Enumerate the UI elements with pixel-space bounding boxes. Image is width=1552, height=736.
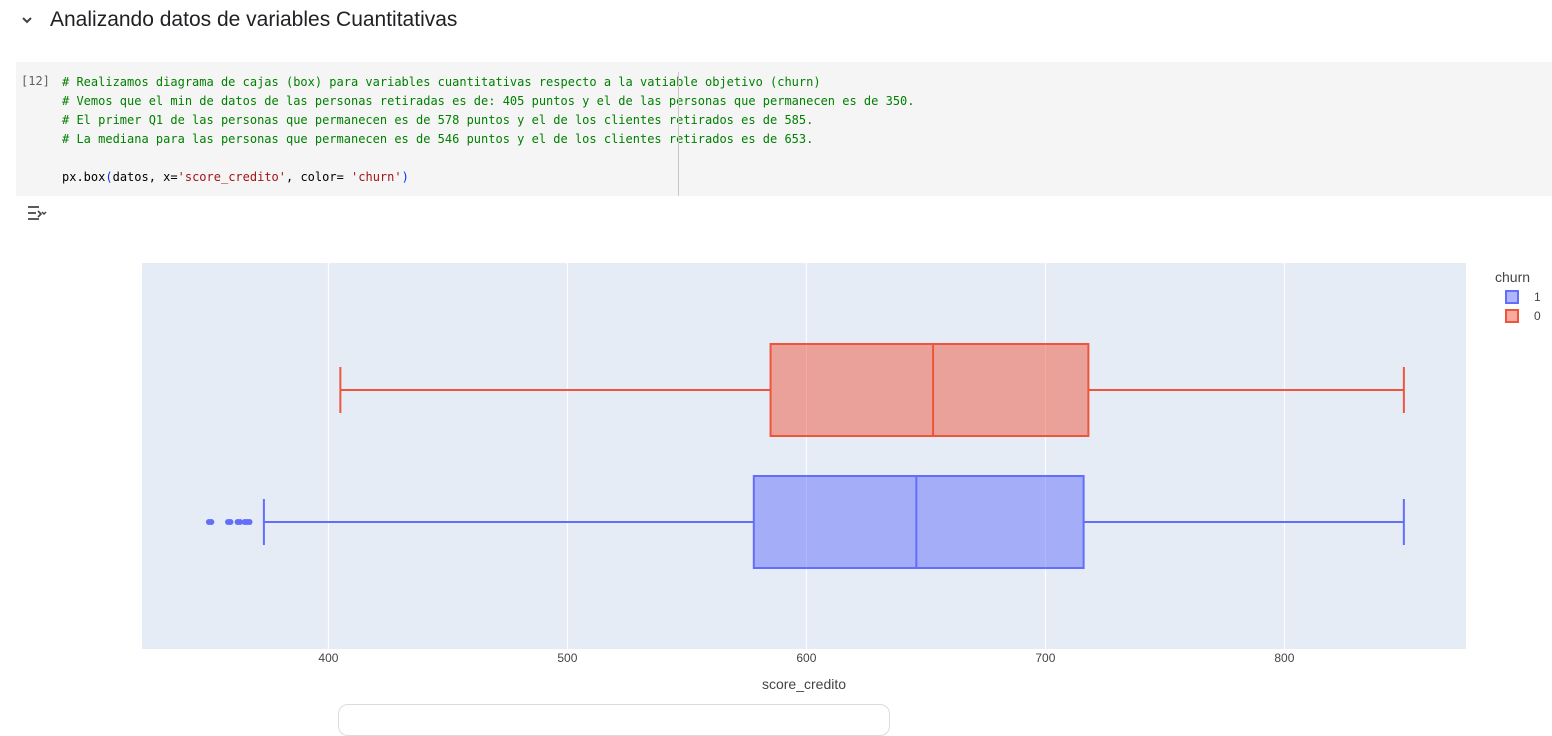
legend-label: 1 [1534, 290, 1541, 304]
execution-count: [12] [21, 74, 50, 88]
x-tick-label: 500 [557, 651, 577, 665]
code-token: ) [401, 170, 409, 184]
section-title: Analizando datos de variables Cuantitati… [50, 8, 458, 31]
legend-title: churn [1495, 269, 1530, 285]
code-comment: # El primer Q1 de las personas que perma… [62, 113, 814, 127]
code-comment: # Vemos que el min de datos de las perso… [62, 94, 915, 108]
legend-swatch [1505, 290, 1519, 304]
outlier-point [246, 519, 253, 525]
output-toggle-icon[interactable] [26, 203, 48, 223]
code-token: datos, x= [112, 170, 178, 184]
code-line: # Realizamos diagrama de cajas (box) par… [62, 73, 915, 92]
box [752, 475, 1085, 569]
code-editor[interactable]: # Realizamos diagrama de cajas (box) par… [62, 73, 915, 187]
x-axis-title: score_credito [762, 676, 846, 692]
code-comment: # Realizamos diagrama de cajas (box) par… [62, 75, 821, 89]
outlier-point [208, 519, 215, 525]
code-line: # El primer Q1 de las personas que perma… [62, 111, 915, 130]
code-token: px.box [62, 170, 106, 184]
code-line: px.box(datos, x='score_credito', color= … [62, 168, 915, 187]
box [769, 343, 1090, 437]
x-tick-label: 800 [1274, 651, 1294, 665]
code-comment: # La mediana para las personas que perma… [62, 132, 814, 146]
bottom-input-bar[interactable] [338, 704, 890, 736]
x-tick-label: 400 [318, 651, 338, 665]
code-token: 'churn' [351, 170, 402, 184]
code-line: # La mediana para las personas que perma… [62, 130, 915, 149]
plot-area [142, 263, 1466, 649]
code-line: # Vemos que el min de datos de las perso… [62, 92, 915, 111]
chevron-down-icon[interactable] [16, 9, 38, 31]
code-token: , color= [286, 170, 352, 184]
x-tick-label: 600 [796, 651, 816, 665]
editor-ruler [678, 72, 679, 196]
code-cell[interactable]: [12] # Realizamos diagrama de cajas (box… [16, 62, 1552, 196]
outlier-point [227, 519, 234, 525]
section-header: Analizando datos de variables Cuantitati… [16, 4, 457, 36]
box-plot[interactable]: 400 500 600 700 800 score_credito churn 1 0 [0, 240, 1552, 710]
legend-label: 0 [1534, 309, 1541, 323]
code-token: 'score_credito' [177, 170, 286, 184]
code-token: ( [105, 170, 113, 184]
x-tick-label: 700 [1035, 651, 1055, 665]
legend-swatch [1505, 309, 1519, 323]
